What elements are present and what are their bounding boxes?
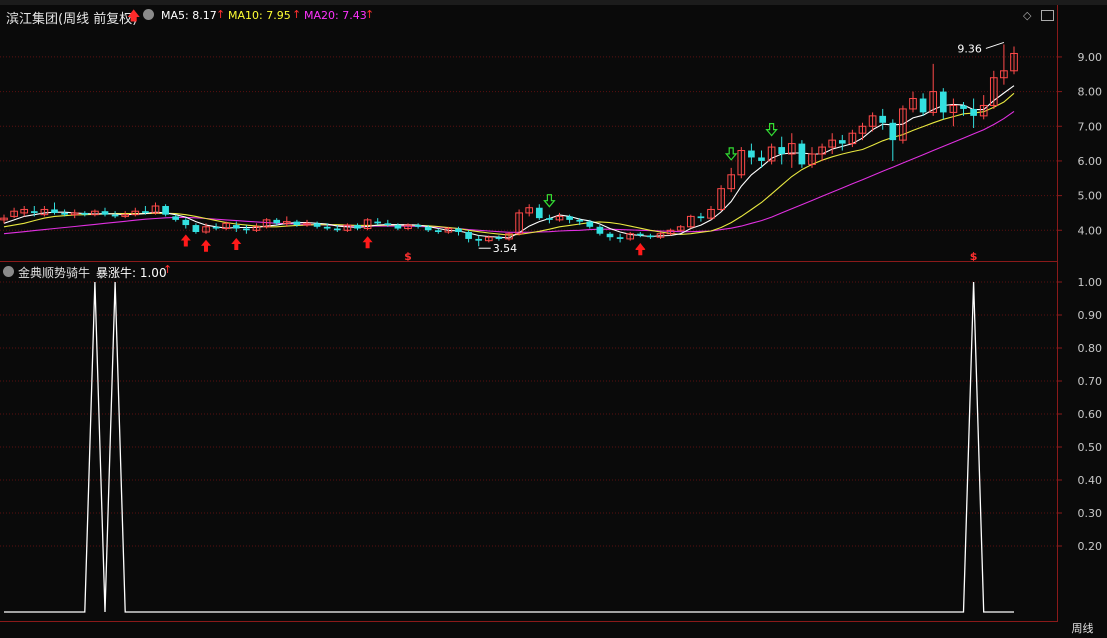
candle-body: [576, 219, 584, 222]
sell-arrow-icon: [765, 123, 778, 137]
indicator-line: [4, 281, 1014, 613]
candle-body: [616, 237, 624, 239]
candle-body: [51, 209, 58, 213]
y-tick-label: 1.00: [1078, 276, 1103, 289]
candle-body: [424, 226, 432, 231]
y-tick-label: 0.80: [1078, 342, 1103, 355]
y-tick-label: 5.00: [1078, 190, 1103, 203]
candle-body: [172, 216, 180, 220]
candle-body: [273, 219, 281, 224]
candle-body: [919, 98, 927, 113]
triangle-marker-icon: [635, 243, 646, 250]
chart-svg: $ $ 9.00 8.00 7.00 6.00 5.00 4.00 1.00 0.90 0.80 0…: [0, 41, 1102, 636]
buy-arrow-icon: [362, 236, 373, 249]
candle-body: [434, 230, 442, 232]
candle-body: [778, 147, 786, 154]
y-tick-label: 6.00: [1078, 155, 1103, 168]
candle-body: [354, 225, 361, 229]
candle-body: [606, 233, 614, 238]
time-axis-bar: [0, 621, 1058, 638]
candle-body: [546, 218, 553, 220]
sub-grid: [0, 281, 1057, 547]
buy-arrow-icon: [180, 234, 191, 247]
sell-arrow-icon: [543, 194, 556, 208]
candle-body: [475, 238, 483, 241]
candle-body: [879, 115, 887, 123]
y-tick-label: 0.40: [1078, 474, 1103, 487]
candle-body: [333, 228, 341, 231]
y-tick-label: 4.00: [1078, 224, 1103, 237]
spike-line: [4, 281, 1014, 613]
candle-body: [758, 157, 765, 161]
moving-average-lines: [3, 85, 1015, 239]
y-tick-label: 9.00: [1078, 51, 1103, 64]
candle-body: [101, 211, 109, 215]
buy-arrow-icon: [201, 239, 211, 252]
candle-body: [313, 223, 321, 227]
candle-body: [586, 221, 594, 227]
candle-body: [960, 105, 967, 109]
candle-body: [232, 225, 240, 229]
candle-body: [495, 237, 503, 239]
candle-body: [838, 140, 846, 144]
y-tick-label: 0.30: [1078, 507, 1103, 520]
candle-body: [566, 216, 573, 220]
y-axis-labels: 9.00 8.00 7.00 6.00 5.00 4.00 1.00 0.90 0.80 0.70…: [1057, 51, 1102, 553]
candle-body: [142, 211, 149, 213]
candle-body: [81, 212, 89, 215]
buy-arrow-icon: [231, 238, 242, 250]
y-tick-label: 0.20: [1078, 540, 1103, 553]
candle-body: [465, 232, 472, 239]
candle-body: [293, 221, 301, 226]
y-tick-label: 0.60: [1078, 408, 1103, 421]
candle-body: [212, 226, 220, 229]
candle-body: [414, 225, 422, 227]
candle-body: [394, 225, 402, 229]
candle-body: [374, 221, 382, 224]
candle-body: [939, 91, 947, 113]
y-tick-label: 0.70: [1078, 375, 1103, 388]
main-grid: [0, 56, 1057, 231]
candle-body: [384, 223, 392, 226]
candle-body: [182, 219, 190, 226]
candle-body: [889, 122, 897, 141]
candle-body: [162, 206, 169, 215]
signal-markers: $ $: [180, 123, 977, 263]
y-tick-label: 8.00: [1078, 86, 1103, 99]
period-button[interactable]: 周线: [1058, 621, 1107, 637]
candle-body: [30, 211, 38, 213]
y-tick-label: 7.00: [1078, 120, 1103, 133]
candle-body: [455, 228, 462, 232]
candle-body: [970, 108, 977, 116]
candlesticks: [0, 44, 1018, 247]
candle-body: [596, 226, 604, 234]
high-pointer: [985, 41, 1005, 49]
candle-body: [323, 226, 331, 229]
low-label: 3.54: [493, 242, 518, 255]
y-tick-label: 0.90: [1078, 309, 1103, 322]
candle-body: [697, 216, 705, 219]
candle-body: [535, 207, 543, 219]
sell-arrow-icon: [724, 147, 738, 161]
high-label: 9.36: [957, 42, 982, 55]
axis-separator: [1057, 5, 1058, 637]
ma5-line: [3, 85, 1015, 239]
candle-body: [798, 143, 806, 165]
panel-separator: [0, 261, 1058, 262]
candle-body: [243, 228, 250, 231]
candle-body: [111, 214, 119, 217]
candle-body: [636, 233, 644, 236]
candle-body: [748, 150, 755, 158]
candle-body: [192, 225, 200, 232]
candle-body: [61, 212, 68, 215]
y-tick-label: 0.50: [1078, 441, 1103, 454]
candle-body: [647, 235, 654, 238]
